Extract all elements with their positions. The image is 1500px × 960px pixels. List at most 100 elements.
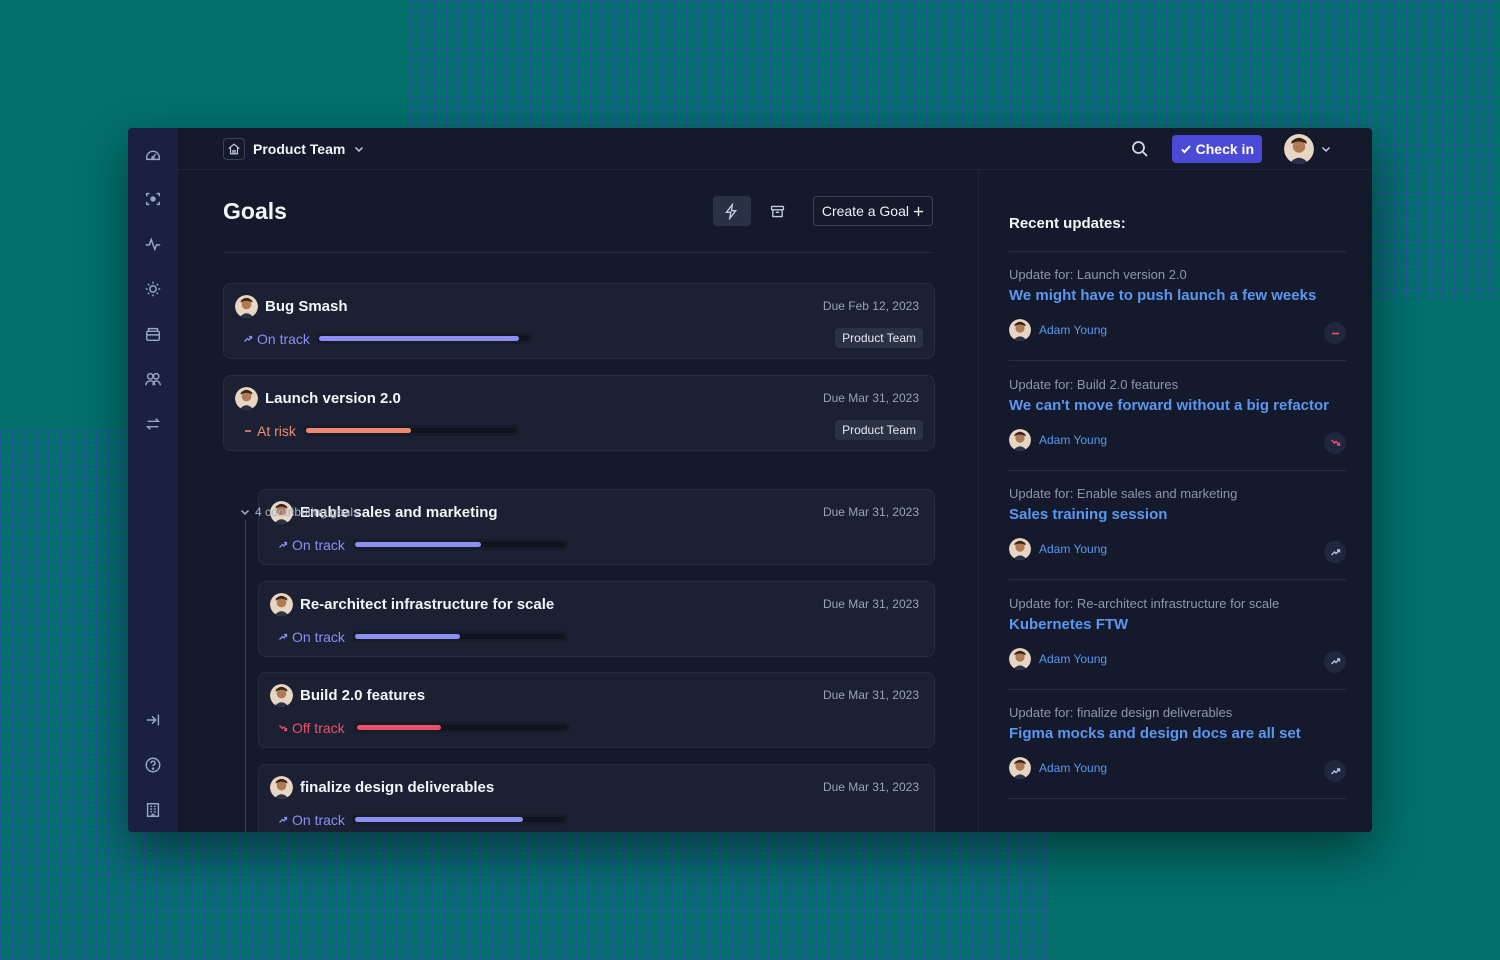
goal-name: Launch version 2.0 xyxy=(265,390,401,407)
goals-header: Goals Create a Goal xyxy=(223,170,933,253)
activity-icon[interactable] xyxy=(141,232,165,256)
author-name: Adam Young xyxy=(1039,432,1108,447)
check-icon xyxy=(1180,144,1191,153)
archive-icon[interactable] xyxy=(759,196,797,226)
avatar xyxy=(1009,428,1031,451)
create-goal-button[interactable]: Create a Goal xyxy=(812,196,933,226)
on-track-icon xyxy=(1324,650,1346,673)
tree-connector xyxy=(245,520,246,832)
goal-card[interactable]: Enable sales and marketing Due Mar 31, 20… xyxy=(258,489,935,565)
update-item: Update for: Enable sales and marketing Sa… xyxy=(1009,470,1346,580)
status-trend-icon xyxy=(279,725,288,732)
progress-bar xyxy=(355,817,565,822)
progress-bar xyxy=(355,634,565,639)
goal-name: Re-architect infrastructure for scale xyxy=(300,596,555,613)
lightning-icon[interactable] xyxy=(712,196,751,226)
progress-bar xyxy=(357,725,567,730)
author-name: Adam Young xyxy=(1039,651,1108,666)
goal-card[interactable]: finalize design deliverables Due Mar 31, … xyxy=(258,764,935,832)
status-trend-icon xyxy=(279,541,288,548)
recent-updates-panel: Recent updates: Update for: Launch versi… xyxy=(979,170,1372,832)
update-title-link[interactable]: Sales training session xyxy=(1009,506,1167,523)
goal-status-label: On track xyxy=(292,629,345,645)
lightbulb-icon[interactable] xyxy=(141,277,165,301)
status-trend-icon xyxy=(244,335,253,342)
company-icon[interactable] xyxy=(141,798,165,822)
inbox-icon[interactable] xyxy=(141,322,165,346)
update-item: Update for: Re-architect infrastructure … xyxy=(1009,580,1346,690)
goal-due-date: Due Mar 31, 2023 xyxy=(822,780,919,794)
goal-status: On track xyxy=(278,537,345,553)
avatar xyxy=(1009,757,1031,779)
update-item: Update for: Launch version 2.0 We might h… xyxy=(1009,251,1346,361)
update-goal-ref: Update for: Launch version 2.0 xyxy=(1009,267,1187,282)
update-goal-ref: Update for: finalize design deliverables xyxy=(1009,705,1233,720)
progress-fill xyxy=(355,817,523,822)
goal-card[interactable]: Launch version 2.0 Due Mar 31, 2023 At ris… xyxy=(223,375,935,451)
goal-due-date: Due Mar 31, 2023 xyxy=(822,391,919,405)
people-icon[interactable] xyxy=(141,367,165,391)
status-trend-icon xyxy=(279,633,288,640)
goal-name: finalize design deliverables xyxy=(300,779,495,796)
update-title-link[interactable]: We can't move forward without a big refa… xyxy=(1009,397,1329,414)
help-icon[interactable] xyxy=(141,753,165,777)
page-title: Goals xyxy=(223,197,287,224)
team-tag[interactable]: Product Team xyxy=(835,420,923,440)
goal-due-date: Due Mar 31, 2023 xyxy=(822,505,919,519)
sidebar-rail xyxy=(128,128,178,832)
update-title-link[interactable]: Kubernetes FTW xyxy=(1009,616,1128,633)
at-risk-icon xyxy=(1324,322,1346,344)
author-name: Adam Young xyxy=(1039,542,1108,556)
chevron-down-icon xyxy=(1321,146,1331,152)
swap-icon[interactable] xyxy=(141,412,165,436)
update-item: Update for: Build 2.0 features We can't m… xyxy=(1009,361,1346,471)
update-author[interactable]: Adam Young xyxy=(1009,319,1107,341)
goal-due-date: Due Mar 31, 2023 xyxy=(822,688,919,702)
avatar xyxy=(235,295,258,318)
search-icon[interactable] xyxy=(1130,139,1150,159)
check-in-button[interactable]: Check in xyxy=(1171,134,1262,163)
update-author[interactable]: Adam Young xyxy=(1009,757,1107,779)
update-author[interactable]: Adam Young xyxy=(1009,538,1107,560)
on-track-icon xyxy=(1324,541,1346,563)
update-goal-ref: Update for: Re-architect infrastructure … xyxy=(1009,595,1280,611)
goal-status: On track xyxy=(243,331,310,347)
progress-fill xyxy=(357,725,441,730)
expand-sidebar-icon[interactable] xyxy=(141,708,165,732)
avatar xyxy=(1009,319,1031,341)
goal-status-label: Off track xyxy=(292,720,345,736)
goal-card[interactable]: Bug Smash Due Feb 12, 2023 On track Product… xyxy=(223,283,935,359)
goal-name: Bug Smash xyxy=(265,298,348,315)
goal-card[interactable]: Build 2.0 features Due Mar 31, 2023 Off tr… xyxy=(258,672,935,748)
progress-bar xyxy=(306,428,516,433)
update-title-link[interactable]: We might have to push launch a few weeks xyxy=(1009,287,1316,304)
progress-fill xyxy=(355,634,460,639)
off-track-icon xyxy=(1324,431,1346,454)
goal-due-date: Due Mar 31, 2023 xyxy=(822,597,919,611)
user-menu[interactable] xyxy=(1284,133,1332,164)
team-tag[interactable]: Product Team xyxy=(835,328,923,348)
goal-due-date: Due Feb 12, 2023 xyxy=(822,299,919,313)
focus-icon[interactable] xyxy=(141,187,165,211)
goal-status-label: On track xyxy=(257,331,310,347)
on-track-icon xyxy=(1324,760,1346,782)
progress-fill xyxy=(319,336,519,341)
goal-card[interactable]: Re-architect infrastructure for scale Due… xyxy=(258,581,935,657)
update-author[interactable]: Adam Young xyxy=(1009,647,1108,670)
progress-fill xyxy=(306,428,411,433)
goal-name: Build 2.0 features xyxy=(300,687,426,704)
divider xyxy=(1009,798,1346,799)
home-icon[interactable] xyxy=(223,137,245,160)
update-author[interactable]: Adam Young xyxy=(1009,428,1108,451)
team-name: Product Team xyxy=(253,140,346,157)
contributing-goals-label: 4 contributing goals xyxy=(255,505,360,519)
team-switcher[interactable]: Product Team xyxy=(223,137,365,160)
avatar xyxy=(270,684,293,707)
progress-bar xyxy=(355,542,565,547)
avatar xyxy=(1009,538,1031,560)
dashboard-icon[interactable] xyxy=(141,142,165,166)
author-name: Adam Young xyxy=(1039,761,1108,775)
avatar xyxy=(1009,647,1031,670)
contributing-goals-toggle[interactable]: 4 contributing goals xyxy=(239,505,359,519)
update-title-link[interactable]: Figma mocks and design docs are all set xyxy=(1009,725,1301,742)
